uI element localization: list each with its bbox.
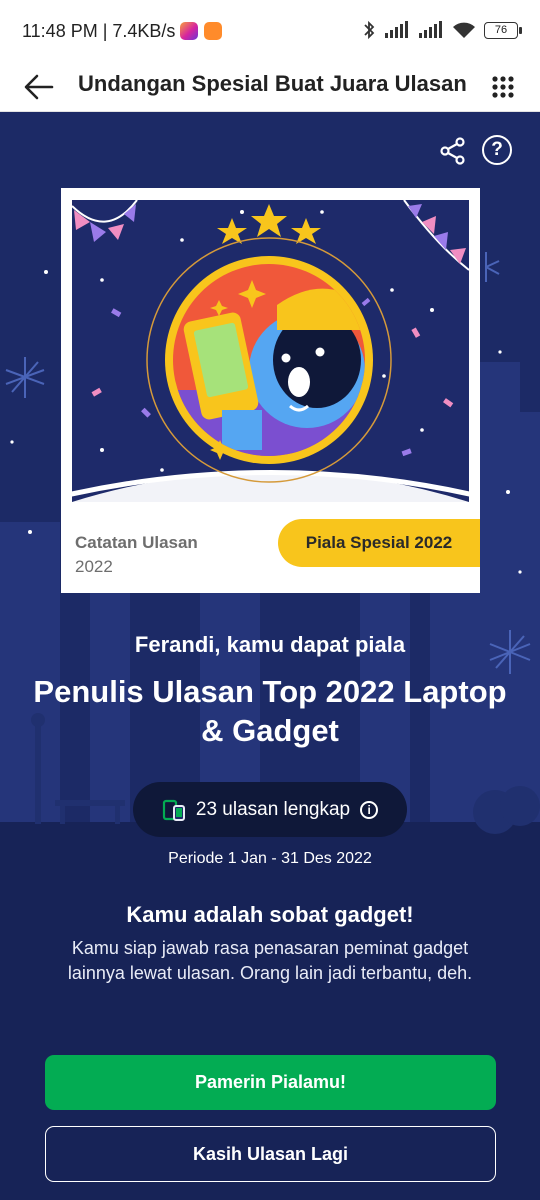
review-count-pill[interactable]: 23 ulasan lengkap i <box>133 782 407 837</box>
message-body: Kamu siap jawab rasa penasaran peminat g… <box>67 938 473 983</box>
signal-icon <box>385 21 408 38</box>
status-time: 11:48 PM | 7.4KB/s <box>22 21 176 41</box>
write-review-button[interactable]: Kasih Ulasan Lagi <box>45 1126 496 1182</box>
menu-button[interactable] <box>484 68 522 106</box>
award-screen: ? Catatan Ulasan 2022 Piala Spesial 2022… <box>0 112 540 1200</box>
devices-icon <box>162 799 185 821</box>
message-heading: Kamu adalah sobat gadget! <box>126 902 414 927</box>
app-bar: Undangan Spesial Buat Juara Ulasan <box>0 62 540 112</box>
shop-icon <box>204 22 222 40</box>
instagram-icon <box>180 22 198 40</box>
battery-icon: 76 <box>484 21 522 39</box>
greeting-text: Ferandi, kamu dapat piala <box>134 632 406 657</box>
trophy-illustration <box>72 200 469 502</box>
grid-dots-icon <box>492 76 514 98</box>
share-button[interactable] <box>436 134 470 168</box>
arrow-left-icon <box>24 74 54 100</box>
trophy-card: Catatan Ulasan 2022 Piala Spesial 2022 <box>61 188 480 593</box>
page-title: Undangan Spesial Buat Juara Ulasan <box>78 71 467 96</box>
signal-icon <box>419 21 442 38</box>
period-text: Periode 1 Jan - 31 Des 2022 <box>168 850 372 867</box>
status-indicators: 76 <box>362 20 522 40</box>
status-app-icons <box>180 22 222 40</box>
record-label: Catatan Ulasan <box>75 533 198 552</box>
help-button[interactable]: ? <box>482 135 512 165</box>
bluetooth-icon <box>364 20 375 40</box>
record-year: 2022 <box>75 557 113 576</box>
award-title: Penulis Ulasan Top 2022 Laptop & Gadget <box>33 674 507 748</box>
info-icon[interactable]: i <box>360 800 379 819</box>
back-button[interactable] <box>20 68 58 106</box>
show-off-trophy-button[interactable]: Pamerin Pialamu! <box>45 1055 496 1110</box>
share-icon <box>440 137 465 165</box>
wifi-icon <box>453 22 475 38</box>
review-count-text: 23 ulasan lengkap <box>195 798 351 820</box>
status-bar: 11:48 PM | 7.4KB/s 76 <box>0 0 540 62</box>
trophy-badge: Piala Spesial 2022 <box>278 519 480 567</box>
